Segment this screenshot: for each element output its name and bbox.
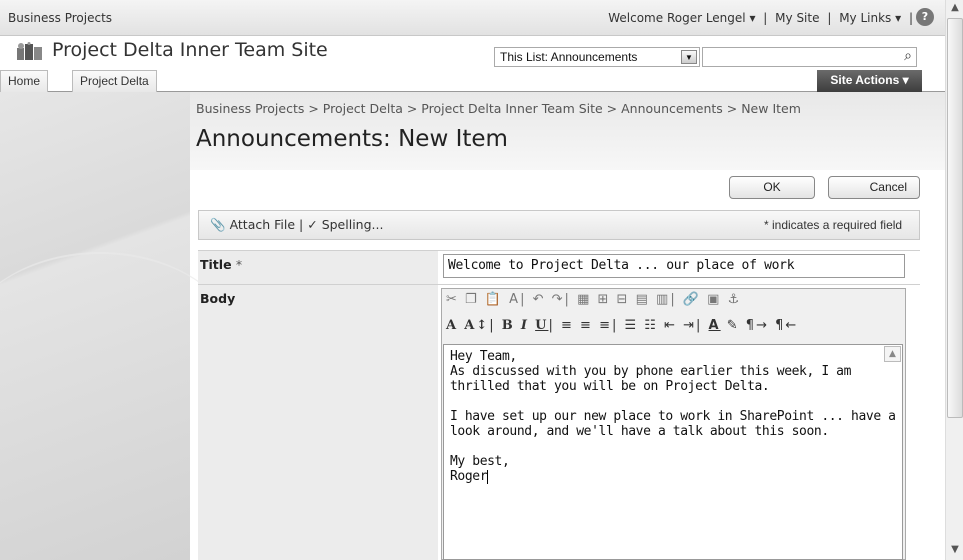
my-site-link[interactable]: My Site xyxy=(775,11,819,25)
undo-icon[interactable]: ↶ xyxy=(533,292,546,307)
search-icon[interactable]: ⌕ xyxy=(898,47,918,67)
redo-icon[interactable]: ↷ xyxy=(552,292,565,307)
paperclip-icon[interactable]: 📎 xyxy=(210,217,226,232)
separator: | xyxy=(908,11,913,25)
align-left-icon[interactable]: ≡ xyxy=(561,318,574,333)
split-cells-icon[interactable]: ▥ xyxy=(656,292,670,307)
site-logo-icon xyxy=(16,42,44,62)
bullet-list-icon[interactable]: ☷ xyxy=(644,318,658,333)
body-field-label: Body xyxy=(198,284,438,560)
cut-icon[interactable]: ✂ xyxy=(446,292,459,307)
separator: | xyxy=(763,11,768,25)
align-center-icon[interactable]: ≡ xyxy=(580,318,593,333)
toolbar-actions: 📎 Attach File | ✓ Spelling... xyxy=(210,217,383,233)
welcome-menu[interactable]: Welcome Roger Lengel ▾ xyxy=(608,11,755,25)
numbered-list-icon[interactable]: ☰ xyxy=(624,318,638,333)
title-label-text: Title xyxy=(200,257,232,272)
my-links-menu[interactable]: My Links ▾ xyxy=(839,11,901,25)
insert-row-icon[interactable]: ⊞ xyxy=(598,292,611,307)
welcome-area: Welcome Roger Lengel ▾ | My Site | My Li… xyxy=(606,11,915,25)
format-painter-icon[interactable]: A xyxy=(509,292,520,307)
tab-home[interactable]: Home xyxy=(0,70,49,92)
breadcrumb[interactable]: Business Projects > Project Delta > Proj… xyxy=(196,101,801,116)
copy-icon[interactable]: ❐ xyxy=(465,292,479,307)
rtl-icon[interactable]: ¶← xyxy=(775,318,798,333)
page-scrollbar[interactable]: ▲ ▼ xyxy=(945,0,963,560)
decrease-indent-icon[interactable]: ⇤ xyxy=(664,318,677,333)
page-title: Announcements: New Item xyxy=(196,126,508,152)
attach-file-button[interactable]: Attach File xyxy=(230,217,295,232)
scroll-thumb[interactable] xyxy=(947,18,963,418)
text-cursor xyxy=(487,469,489,484)
spelling-button[interactable]: Spelling... xyxy=(322,217,384,232)
search-scope-value: This List: Announcements xyxy=(500,50,638,64)
anchor-icon[interactable]: ⚓ xyxy=(728,292,742,307)
separator: | xyxy=(827,11,832,25)
help-icon[interactable]: ? xyxy=(916,8,934,26)
font-size-icon[interactable]: A↕ xyxy=(464,318,489,333)
table-icon[interactable]: ▦ xyxy=(577,292,591,307)
tab-project-delta[interactable]: Project Delta xyxy=(72,70,157,92)
required-asterisk: * xyxy=(235,257,243,272)
search-scope-select[interactable]: This List: Announcements ▼ xyxy=(494,47,700,67)
site-title[interactable]: Project Delta Inner Team Site xyxy=(52,39,328,61)
top-site-link[interactable]: Business Projects xyxy=(8,11,112,25)
cancel-button[interactable]: Cancel xyxy=(828,176,920,199)
chevron-down-icon[interactable]: ▼ xyxy=(681,50,697,64)
merge-cells-icon[interactable]: ▤ xyxy=(636,292,650,307)
required-field-note: * indicates a required field xyxy=(764,218,903,232)
body-textarea[interactable]: Hey Team, As discussed with you by phone… xyxy=(443,344,903,560)
spelling-icon[interactable]: ✓ xyxy=(307,217,317,232)
font-icon[interactable]: A xyxy=(446,318,458,333)
site-actions-button[interactable]: Site Actions ▾ xyxy=(817,70,922,92)
link-icon[interactable]: 🔗 xyxy=(683,292,701,307)
insert-column-icon[interactable]: ⊟ xyxy=(617,292,630,307)
paste-icon[interactable]: 📋 xyxy=(485,292,503,307)
ltr-icon[interactable]: ¶→ xyxy=(746,318,769,333)
left-navigation xyxy=(0,92,240,560)
editor-toolbar-row-1: ✂ ❐ 📋 A| ↶ ↷| ▦ ⊞ ⊟ ▤ ▥| 🔗 ▣ ⚓ xyxy=(446,292,742,307)
scroll-down-icon[interactable]: ▼ xyxy=(948,544,962,558)
increase-indent-icon[interactable]: ⇥ xyxy=(683,318,696,333)
editor-toolbar-row-2: A A↕| B I U| ≡ ≡ ≡| ☰ ☷ ⇤ ⇥| A ✎ ¶→ ¶← xyxy=(446,318,799,333)
ok-button[interactable]: OK xyxy=(729,176,815,199)
scroll-up-icon[interactable]: ▲ xyxy=(948,2,962,16)
underline-icon[interactable]: U xyxy=(535,318,548,333)
align-right-icon[interactable]: ≡ xyxy=(599,318,612,333)
title-input[interactable]: Welcome to Project Delta ... our place o… xyxy=(443,254,905,278)
search-input[interactable] xyxy=(702,47,917,67)
body-label-text: Body xyxy=(200,291,236,306)
body-scroll-up-icon[interactable]: ▲ xyxy=(884,346,901,362)
title-field-label: Title * xyxy=(198,250,438,284)
text-color-icon[interactable]: A xyxy=(709,318,721,333)
image-icon[interactable]: ▣ xyxy=(707,292,721,307)
italic-icon[interactable]: I xyxy=(521,318,529,333)
bold-icon[interactable]: B xyxy=(502,318,515,333)
highlight-icon[interactable]: ✎ xyxy=(727,318,740,333)
separator: | xyxy=(299,217,308,232)
